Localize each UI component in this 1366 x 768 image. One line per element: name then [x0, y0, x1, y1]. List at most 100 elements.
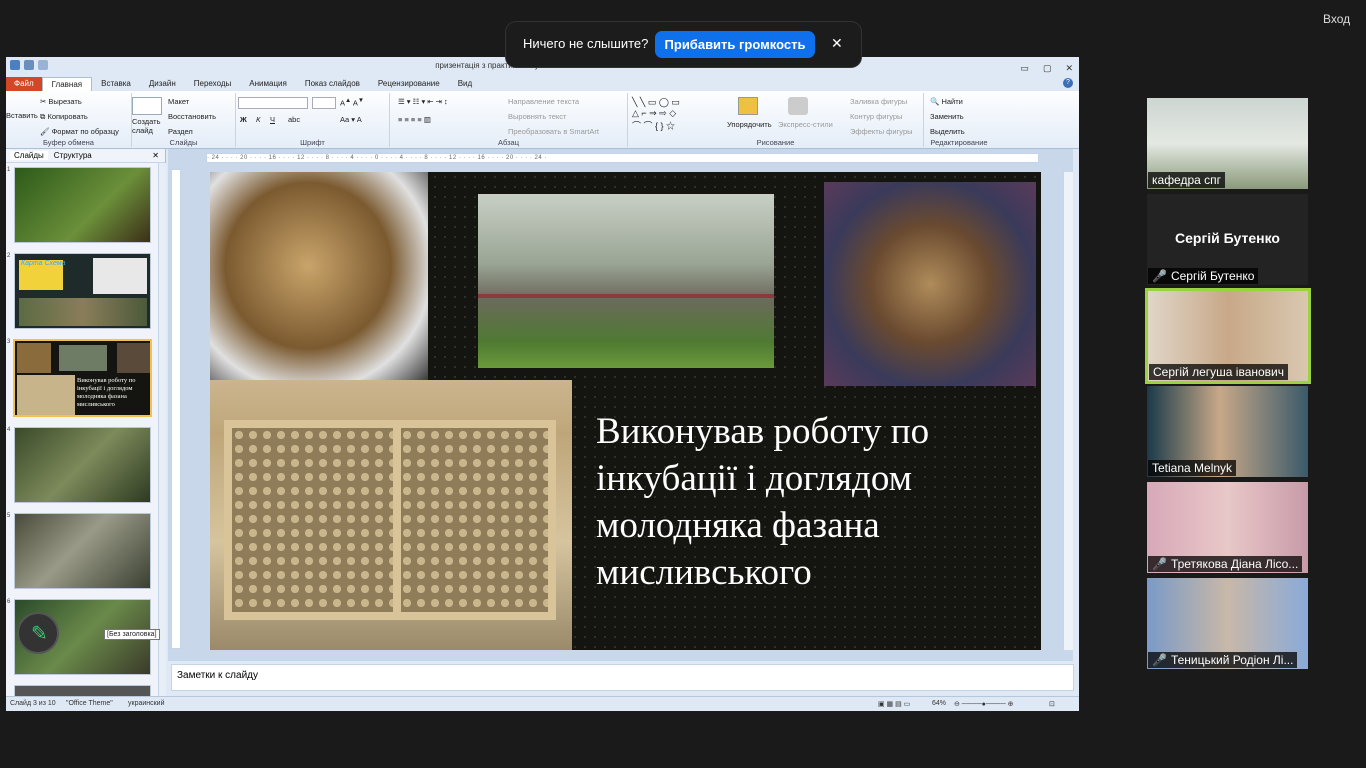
underline-button[interactable]: Ч — [270, 115, 275, 124]
zoom-level: 64% — [932, 700, 947, 707]
find-label: Найти — [941, 97, 963, 106]
slide-thumbnail-4[interactable] — [14, 427, 151, 503]
participant-tile[interactable]: 🎤 Теницький Родіон Лі... — [1147, 578, 1308, 669]
paste-button[interactable]: Вставить — [6, 111, 38, 120]
format-painter-label: Формат по образцу — [51, 127, 119, 136]
view-buttons-icon[interactable]: ▣ ▦ ▤ ▭ — [878, 700, 910, 708]
align-text-button[interactable]: Выровнять текст — [508, 112, 566, 121]
find-button[interactable]: 🔍 Найти — [930, 97, 963, 106]
bullets-icon[interactable]: ☰ ▾ ☷ ▾ ⇤ ⇥ ↕ — [398, 97, 448, 106]
fit-slide-icon[interactable]: ⊡ — [1049, 700, 1055, 708]
slide-text[interactable]: Виконував роботу по інкубації і доглядом… — [596, 408, 1026, 596]
text-direction-button[interactable]: Направление текста — [508, 97, 579, 106]
cut-button[interactable]: ✂ Вырезать — [40, 97, 82, 106]
participant-tile[interactable]: кафедра спг — [1147, 98, 1308, 189]
participant-name: 🎤 Третякова Діана Лісо... — [1148, 556, 1303, 572]
tab-outline[interactable]: Структура — [54, 151, 92, 160]
notes-pane[interactable]: Заметки к слайду — [171, 664, 1074, 691]
participant-tile-active[interactable]: Сергій легуша іванович — [1145, 288, 1311, 384]
chicks-photo[interactable] — [210, 172, 428, 380]
slide-canvas[interactable]: Виконував роботу по інкубації і доглядом… — [210, 172, 1041, 650]
slide-thumbnail-5[interactable] — [14, 513, 151, 589]
incubator-eggs-photo[interactable] — [210, 380, 572, 650]
group-clipboard: Вставить ✂ Вырезать ⧉ Копировать 🖌 Форма… — [6, 93, 132, 147]
theme-name: "Office Theme" — [66, 700, 113, 707]
muted-mic-icon: 🎤 — [1152, 653, 1167, 667]
slide-counter: Слайд 3 из 10 — [10, 700, 56, 707]
italic-button[interactable]: К — [256, 115, 260, 124]
group-drawing: ╲ ╲ ▭ ◯ ▭ △ ⌐ ⇒ ⇨ ◇ ⌒ ⌒ { } ☆ Упорядочить … — [628, 93, 924, 147]
shape-effects-button[interactable]: Эффекты фигуры — [850, 127, 913, 136]
horizontal-ruler: · 24 · · · · 20 · · · · 16 · · · · 12 · … — [206, 153, 1039, 163]
participant-tile[interactable]: 🎤 Третякова Діана Лісо... — [1147, 482, 1308, 573]
shapes-gallery-icon[interactable]: ╲ ╲ ▭ ◯ ▭ △ ⌐ ⇒ ⇨ ◇ ⌒ ⌒ { } ☆ — [632, 97, 680, 132]
font-size-select[interactable] — [312, 97, 336, 109]
redo-icon[interactable] — [38, 60, 48, 70]
replace-button[interactable]: Заменить — [930, 112, 964, 121]
participant-name-text: Третякова Діана Лісо... — [1170, 557, 1299, 571]
participant-tile[interactable]: Сергій Бутенко 🎤 Сергій Бутенко — [1147, 194, 1308, 285]
tab-view[interactable]: Вид — [449, 77, 481, 91]
reset-button[interactable]: Восстановить — [168, 112, 216, 121]
close-banner-icon[interactable]: ✕ — [831, 35, 843, 52]
slide-scrollbar[interactable] — [1063, 172, 1073, 650]
participant-name-text: кафедра спг — [1152, 173, 1222, 187]
tab-animation[interactable]: Анимация — [240, 77, 296, 91]
participant-name: Tetiana Melnyk — [1148, 460, 1237, 476]
enclosure-photo[interactable] — [478, 194, 774, 368]
layout-button[interactable]: Макет — [168, 97, 189, 106]
increase-volume-button[interactable]: Прибавить громкость — [655, 31, 815, 58]
tab-file[interactable]: Файл — [6, 77, 42, 91]
quick-access-toolbar — [10, 60, 48, 70]
group-editing: 🔍 Найти Заменить Выделить Редактирование — [924, 93, 994, 147]
slide-number: 6 — [7, 599, 11, 605]
tab-design[interactable]: Дизайн — [140, 77, 185, 91]
copy-label: Копировать — [47, 112, 88, 121]
help-icon[interactable]: ? — [1063, 78, 1073, 88]
select-button[interactable]: Выделить — [930, 127, 965, 136]
arrange-button[interactable]: Упорядочить — [727, 120, 772, 129]
tab-home[interactable]: Главная — [41, 77, 93, 91]
align-left-icon[interactable]: ≡ ≡ ≡ ≡ ▥ — [398, 115, 431, 124]
slide-thumbnail-2[interactable]: Карта Схема — [14, 253, 151, 329]
quick-styles-button[interactable]: Экспресс-стили — [778, 120, 833, 129]
shape-outline-button[interactable]: Контур фигуры — [850, 112, 902, 121]
smartart-button[interactable]: Преобразовать в SmartArt — [508, 127, 599, 136]
panel-scrollbar[interactable] — [158, 163, 166, 697]
tab-review[interactable]: Рецензирование — [369, 77, 449, 91]
participant-display-name: Сергій Бутенко — [1175, 230, 1280, 246]
audio-banner: Ничего не слышите? Прибавить громкость ✕ — [506, 22, 861, 67]
save-icon[interactable] — [10, 60, 20, 70]
font-color-icon[interactable]: Aa ▾ A — [340, 115, 362, 124]
grow-font-icon[interactable]: A▲ A▼ — [340, 97, 364, 108]
section-button[interactable]: Раздел — [168, 127, 193, 136]
quick-styles-icon — [788, 97, 808, 115]
young-pheasants-photo[interactable] — [824, 182, 1036, 386]
annotate-pen-button[interactable]: ✎ — [17, 612, 59, 654]
undo-icon[interactable] — [24, 60, 34, 70]
slide-thumbnail-1[interactable] — [14, 167, 151, 243]
zoom-slider[interactable]: ⊖ ────●──── ⊕ — [954, 700, 1014, 708]
arrange-icon — [738, 97, 758, 115]
new-slide-icon — [132, 97, 162, 115]
new-slide-button[interactable]: Создать слайд — [132, 117, 164, 135]
shape-fill-button[interactable]: Заливка фигуры — [850, 97, 907, 106]
format-painter-button[interactable]: 🖌 Формат по образцу — [40, 127, 119, 136]
participant-name-text: Сергій Бутенко — [1170, 269, 1255, 283]
ribbon: Вставить ✂ Вырезать ⧉ Копировать 🖌 Форма… — [6, 91, 1079, 149]
tab-transitions[interactable]: Переходы — [185, 77, 241, 91]
tab-insert[interactable]: Вставка — [92, 77, 140, 91]
copy-button[interactable]: ⧉ Копировать — [40, 112, 88, 122]
enter-button[interactable]: Вход — [1323, 12, 1350, 26]
participant-tile[interactable]: Tetiana Melnyk — [1147, 386, 1308, 477]
muted-mic-icon: 🎤 — [1152, 557, 1167, 571]
slide-number: 1 — [7, 167, 11, 173]
close-panel-icon[interactable]: ✕ — [152, 151, 159, 160]
tab-slideshow[interactable]: Показ слайдов — [296, 77, 369, 91]
strikethrough-icon[interactable]: abc — [288, 115, 300, 124]
tab-slides[interactable]: Слайды — [10, 151, 48, 160]
participant-name: 🎤 Сергій Бутенко — [1148, 268, 1259, 284]
font-family-select[interactable] — [238, 97, 308, 109]
slide-thumbnail-3[interactable]: Виконував роботу по інкубації і доглядом… — [13, 339, 152, 417]
bold-button[interactable]: Ж — [240, 115, 247, 124]
